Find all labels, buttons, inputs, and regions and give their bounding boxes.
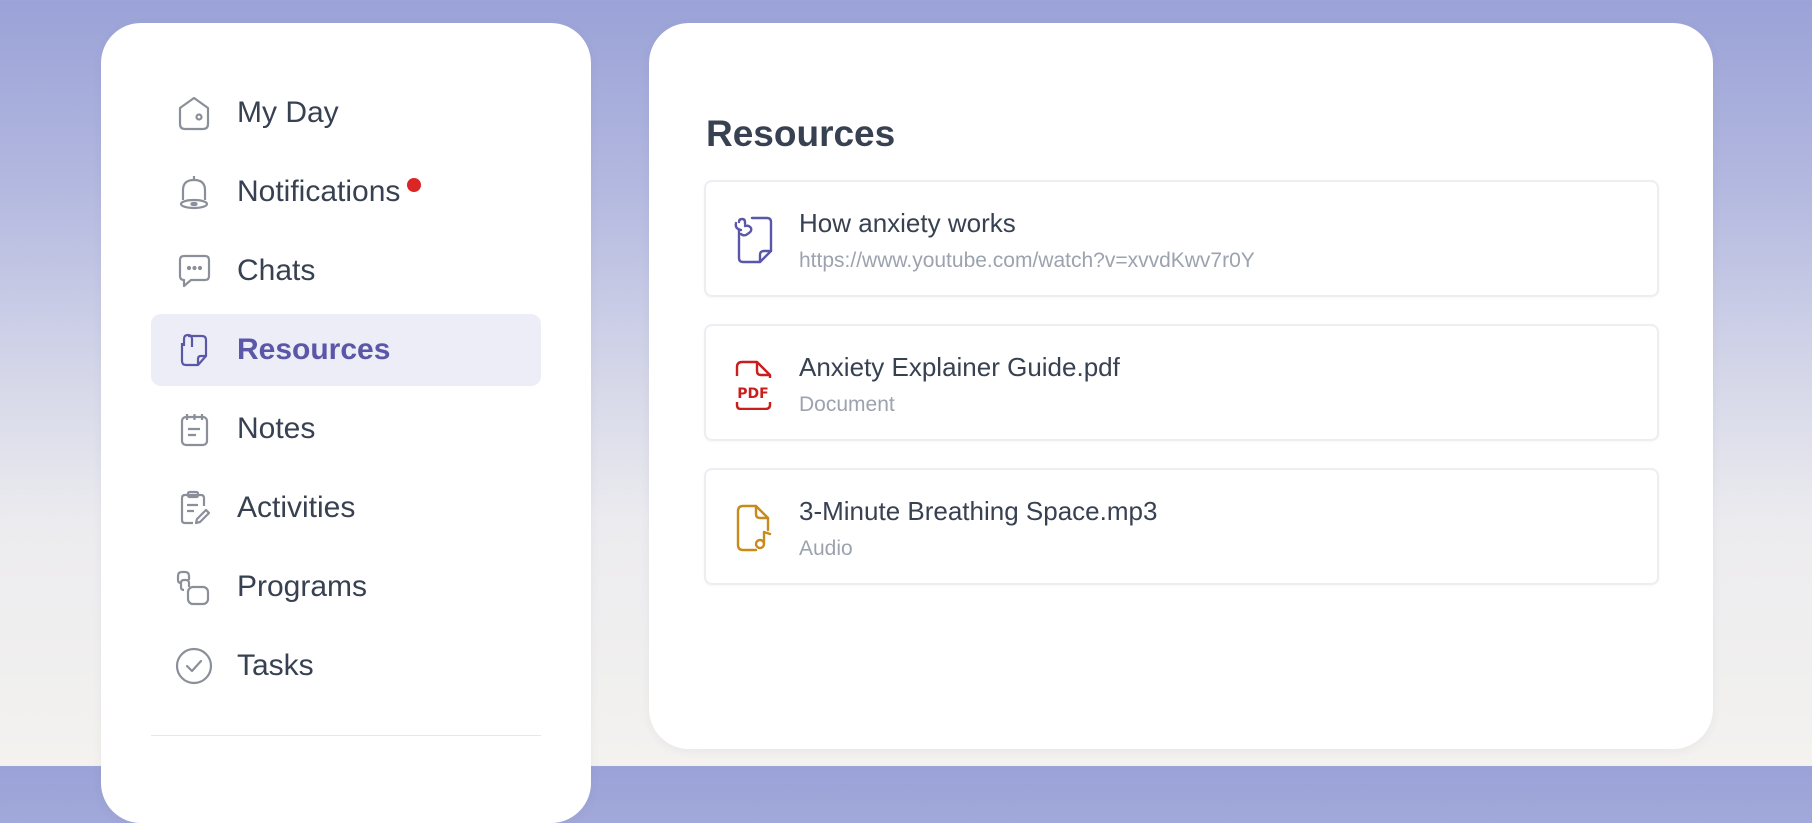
sidebar-divider [151,735,541,736]
sidebar-item-label: Tasks [237,649,314,682]
notification-badge [407,178,422,192]
sidebar: My Day Notifications Chats Resources Not… [101,23,591,823]
sidebar-item-label: Activities [237,491,356,524]
sidebar-item-label: Notifications [237,175,401,208]
check-circle-icon [174,646,214,686]
resource-list: How anxiety works https://www.youtube.co… [704,180,1659,612]
clipboard-edit-icon [174,488,214,528]
resource-item-link[interactable]: How anxiety works https://www.youtube.co… [704,180,1659,297]
sidebar-item-notes[interactable]: Notes [151,393,541,465]
sidebar-item-notifications[interactable]: Notifications [151,156,541,228]
programs-icon [174,567,214,607]
home-icon [174,93,214,133]
svg-text:PDF: PDF [737,386,768,402]
sidebar-item-label: My Day [237,96,339,129]
resource-title: How anxiety works [799,208,1016,238]
notepad-icon [174,409,214,449]
sidebar-item-activities[interactable]: Activities [151,472,541,544]
sidebar-item-label: Programs [237,570,368,603]
sidebar-item-tasks[interactable]: Tasks [151,630,541,702]
page-title: Resources [706,113,896,154]
resource-icon [174,330,214,370]
sidebar-item-programs[interactable]: Programs [151,551,541,623]
resource-title: 3-Minute Breathing Space.mp3 [799,496,1158,526]
main-panel: Resources How anxiety works https://www.… [649,23,1713,749]
sidebar-item-label: Notes [237,412,316,445]
sidebar-item-label: Chats [237,254,316,287]
sidebar-item-chats[interactable]: Chats [151,235,541,307]
pdf-file-icon: PDF [730,358,776,411]
sidebar-item-resources[interactable]: Resources [151,314,541,386]
resource-title: Anxiety Explainer Guide.pdf [799,352,1120,382]
sidebar-nav: My Day Notifications Chats Resources Not… [151,77,541,709]
link-file-icon [730,214,776,266]
sidebar-item-my-day[interactable]: My Day [151,77,541,149]
resource-subtitle: https://www.youtube.com/watch?v=xvvdKwv7… [799,249,1255,272]
resource-subtitle: Document [799,393,895,416]
chat-icon [174,251,214,291]
resource-item-pdf[interactable]: PDF Anxiety Explainer Guide.pdf Document [704,324,1659,441]
bell-icon [174,172,214,212]
audio-file-icon [730,502,776,554]
resource-item-audio[interactable]: 3-Minute Breathing Space.mp3 Audio [704,468,1659,585]
sidebar-item-label: Resources [237,333,391,366]
resource-subtitle: Audio [799,537,853,560]
